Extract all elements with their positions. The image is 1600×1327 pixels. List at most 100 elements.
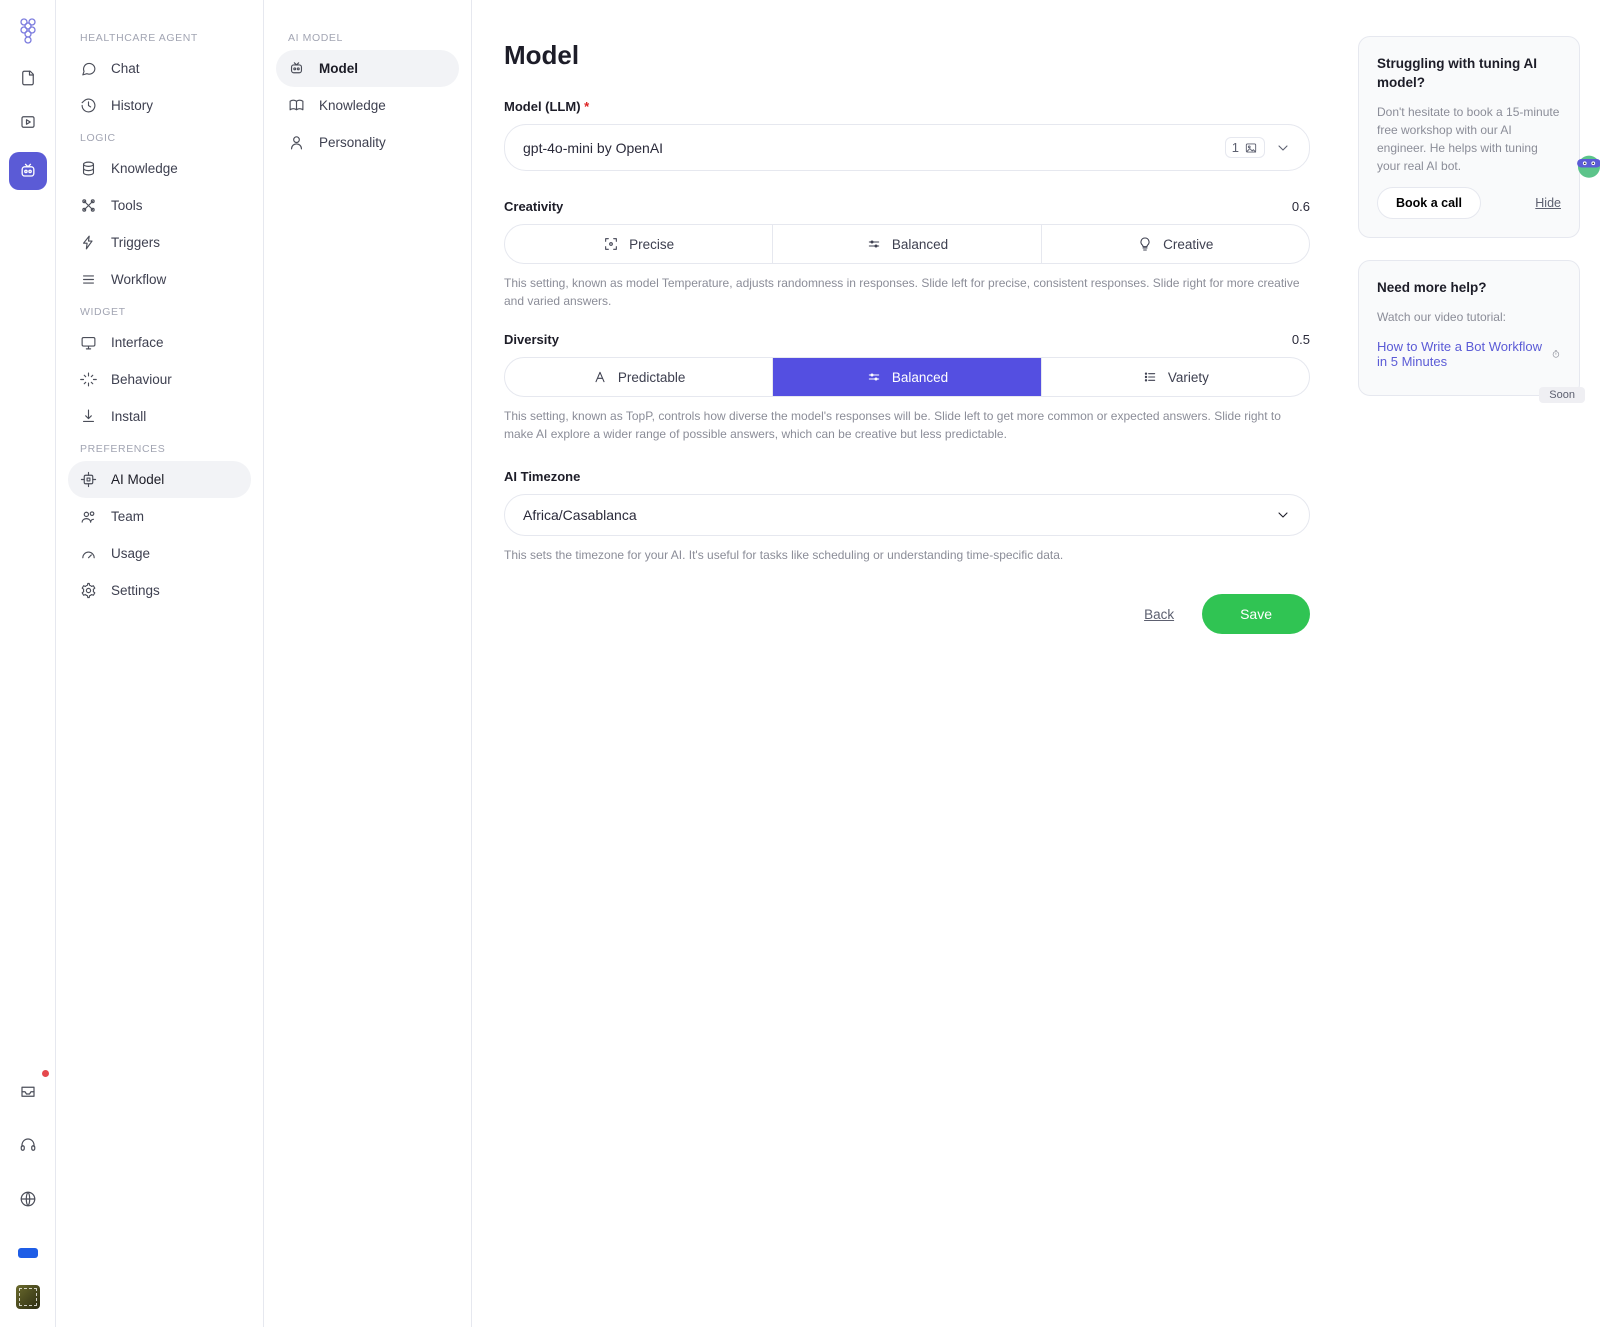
rail-inbox-icon[interactable] [10,1073,46,1109]
app-logo[interactable] [13,14,43,44]
users-icon [80,508,97,525]
monitor-icon [80,334,97,351]
list-icon [1142,369,1158,385]
field-label-diversity: Diversity [504,332,559,347]
book-icon [288,97,305,114]
sidebar-item-history[interactable]: History [68,87,251,124]
back-button[interactable]: Back [1144,607,1174,622]
download-icon [80,408,97,425]
gauge-icon [80,545,97,562]
card-body: Don't hesitate to book a 15-minute free … [1377,103,1561,175]
card-tuning-help: Struggling with tuning AI model? Don't h… [1358,36,1580,238]
bulb-icon [1137,236,1153,252]
diversity-opt-balanced[interactable]: Balanced [772,358,1040,396]
hide-card-link[interactable]: Hide [1535,196,1561,210]
rail-support-icon[interactable] [10,1127,46,1163]
book-call-button[interactable]: Book a call [1377,187,1481,219]
subsidebar-item-label: Model [319,61,358,76]
focus-icon [603,236,619,252]
rail-video-icon[interactable] [10,104,46,140]
user-icon [288,134,305,151]
sidebar-item-chat[interactable]: Chat [68,50,251,87]
sliders-icon [866,236,882,252]
sliders-icon [866,369,882,385]
subsidebar-item-personality[interactable]: Personality [276,124,459,161]
history-icon [80,97,97,114]
sidebar-item-workflow[interactable]: Workflow [68,261,251,298]
rail-avatar[interactable] [16,1285,40,1309]
chevron-down-icon [1275,140,1291,156]
sidebar-item-label: Install [111,409,146,424]
sidebar-item-label: Tools [111,198,143,213]
model-image-count-chip: 1 [1225,137,1265,158]
model-select-value: gpt-4o-mini by OpenAI [523,140,663,156]
timezone-select[interactable]: Africa/Casablanca [504,494,1310,536]
sidebar-item-label: Workflow [111,272,166,287]
timezone-help: This sets the timezone for your AI. It's… [504,546,1310,564]
creativity-segmented: Precise Balanced Creative [504,224,1310,264]
sidebar-item-label: Settings [111,583,160,598]
chat-icon [80,60,97,77]
sidebar-item-interface[interactable]: Interface [68,324,251,361]
bolt-icon [80,234,97,251]
card-title: Struggling with tuning AI model? [1377,55,1561,93]
sidebar-item-install[interactable]: Install [68,398,251,435]
sidebar: HEALTHCARE AGENT Chat History LOGIC Know… [56,0,264,1327]
creativity-opt-creative[interactable]: Creative [1041,225,1309,263]
sidebar-item-label: History [111,98,153,113]
sidebar-item-label: Team [111,509,144,524]
sidebar-item-ai-model[interactable]: AI Model [68,461,251,498]
creativity-opt-balanced[interactable]: Balanced [772,225,1040,263]
save-button[interactable]: Save [1202,594,1310,634]
database-icon [80,160,97,177]
rail-bot-icon[interactable] [9,152,47,190]
sidebar-item-label: Knowledge [111,161,178,176]
gear-icon [80,582,97,599]
creativity-opt-precise[interactable]: Precise [505,225,772,263]
sidebar-item-label: Chat [111,61,140,76]
field-label-model: Model (LLM) * [504,99,1310,114]
sidebar-section-widget: WIDGET [68,298,251,324]
card-title: Need more help? [1377,279,1561,298]
soon-badge: Soon [1539,387,1585,403]
subsidebar: AI MODEL Model Knowledge Personality [264,0,472,1327]
diversity-opt-predictable[interactable]: Predictable [505,358,772,396]
cpu-icon [80,471,97,488]
subsidebar-label: AI MODEL [276,24,459,50]
letter-a-icon [592,369,608,385]
sidebar-item-team[interactable]: Team [68,498,251,535]
subsidebar-item-label: Personality [319,135,386,150]
sidebar-item-settings[interactable]: Settings [68,572,251,609]
sidebar-item-triggers[interactable]: Triggers [68,224,251,261]
app-rail [0,0,56,1327]
sidebar-item-label: Behaviour [111,372,172,387]
diversity-opt-variety[interactable]: Variety [1041,358,1309,396]
image-icon [1244,141,1258,155]
field-label-creativity: Creativity [504,199,563,214]
creativity-help: This setting, known as model Temperature… [504,274,1310,310]
sidebar-section-healthcare: HEALTHCARE AGENT [68,24,251,50]
sidebar-item-usage[interactable]: Usage [68,535,251,572]
diversity-value: 0.5 [1292,332,1310,347]
bot-icon [288,60,305,77]
sidebar-item-knowledge[interactable]: Knowledge [68,150,251,187]
sidebar-item-label: Usage [111,546,150,561]
tutorial-link[interactable]: How to Write a Bot Workflow in 5 Minutes [1377,339,1561,369]
model-select[interactable]: gpt-4o-mini by OpenAI 1 [504,124,1310,171]
sparkles-icon [80,371,97,388]
right-panel: Struggling with tuning AI model? Don't h… [1350,0,1600,1327]
creativity-value: 0.6 [1292,199,1310,214]
diversity-segmented: Predictable Balanced Variety [504,357,1310,397]
subsidebar-item-knowledge[interactable]: Knowledge [276,87,459,124]
sidebar-section-logic: LOGIC [68,124,251,150]
page-title: Model [504,40,1310,71]
rail-page-icon[interactable] [10,60,46,96]
subsidebar-item-model[interactable]: Model [276,50,459,87]
sidebar-item-label: Triggers [111,235,160,250]
rail-plan-indicator[interactable] [10,1235,46,1271]
main-content: Model Model (LLM) * gpt-4o-mini by OpenA… [472,0,1350,1327]
card-body: Watch our video tutorial: [1377,308,1561,326]
rail-globe-icon[interactable] [10,1181,46,1217]
sidebar-item-behaviour[interactable]: Behaviour [68,361,251,398]
sidebar-item-tools[interactable]: Tools [68,187,251,224]
